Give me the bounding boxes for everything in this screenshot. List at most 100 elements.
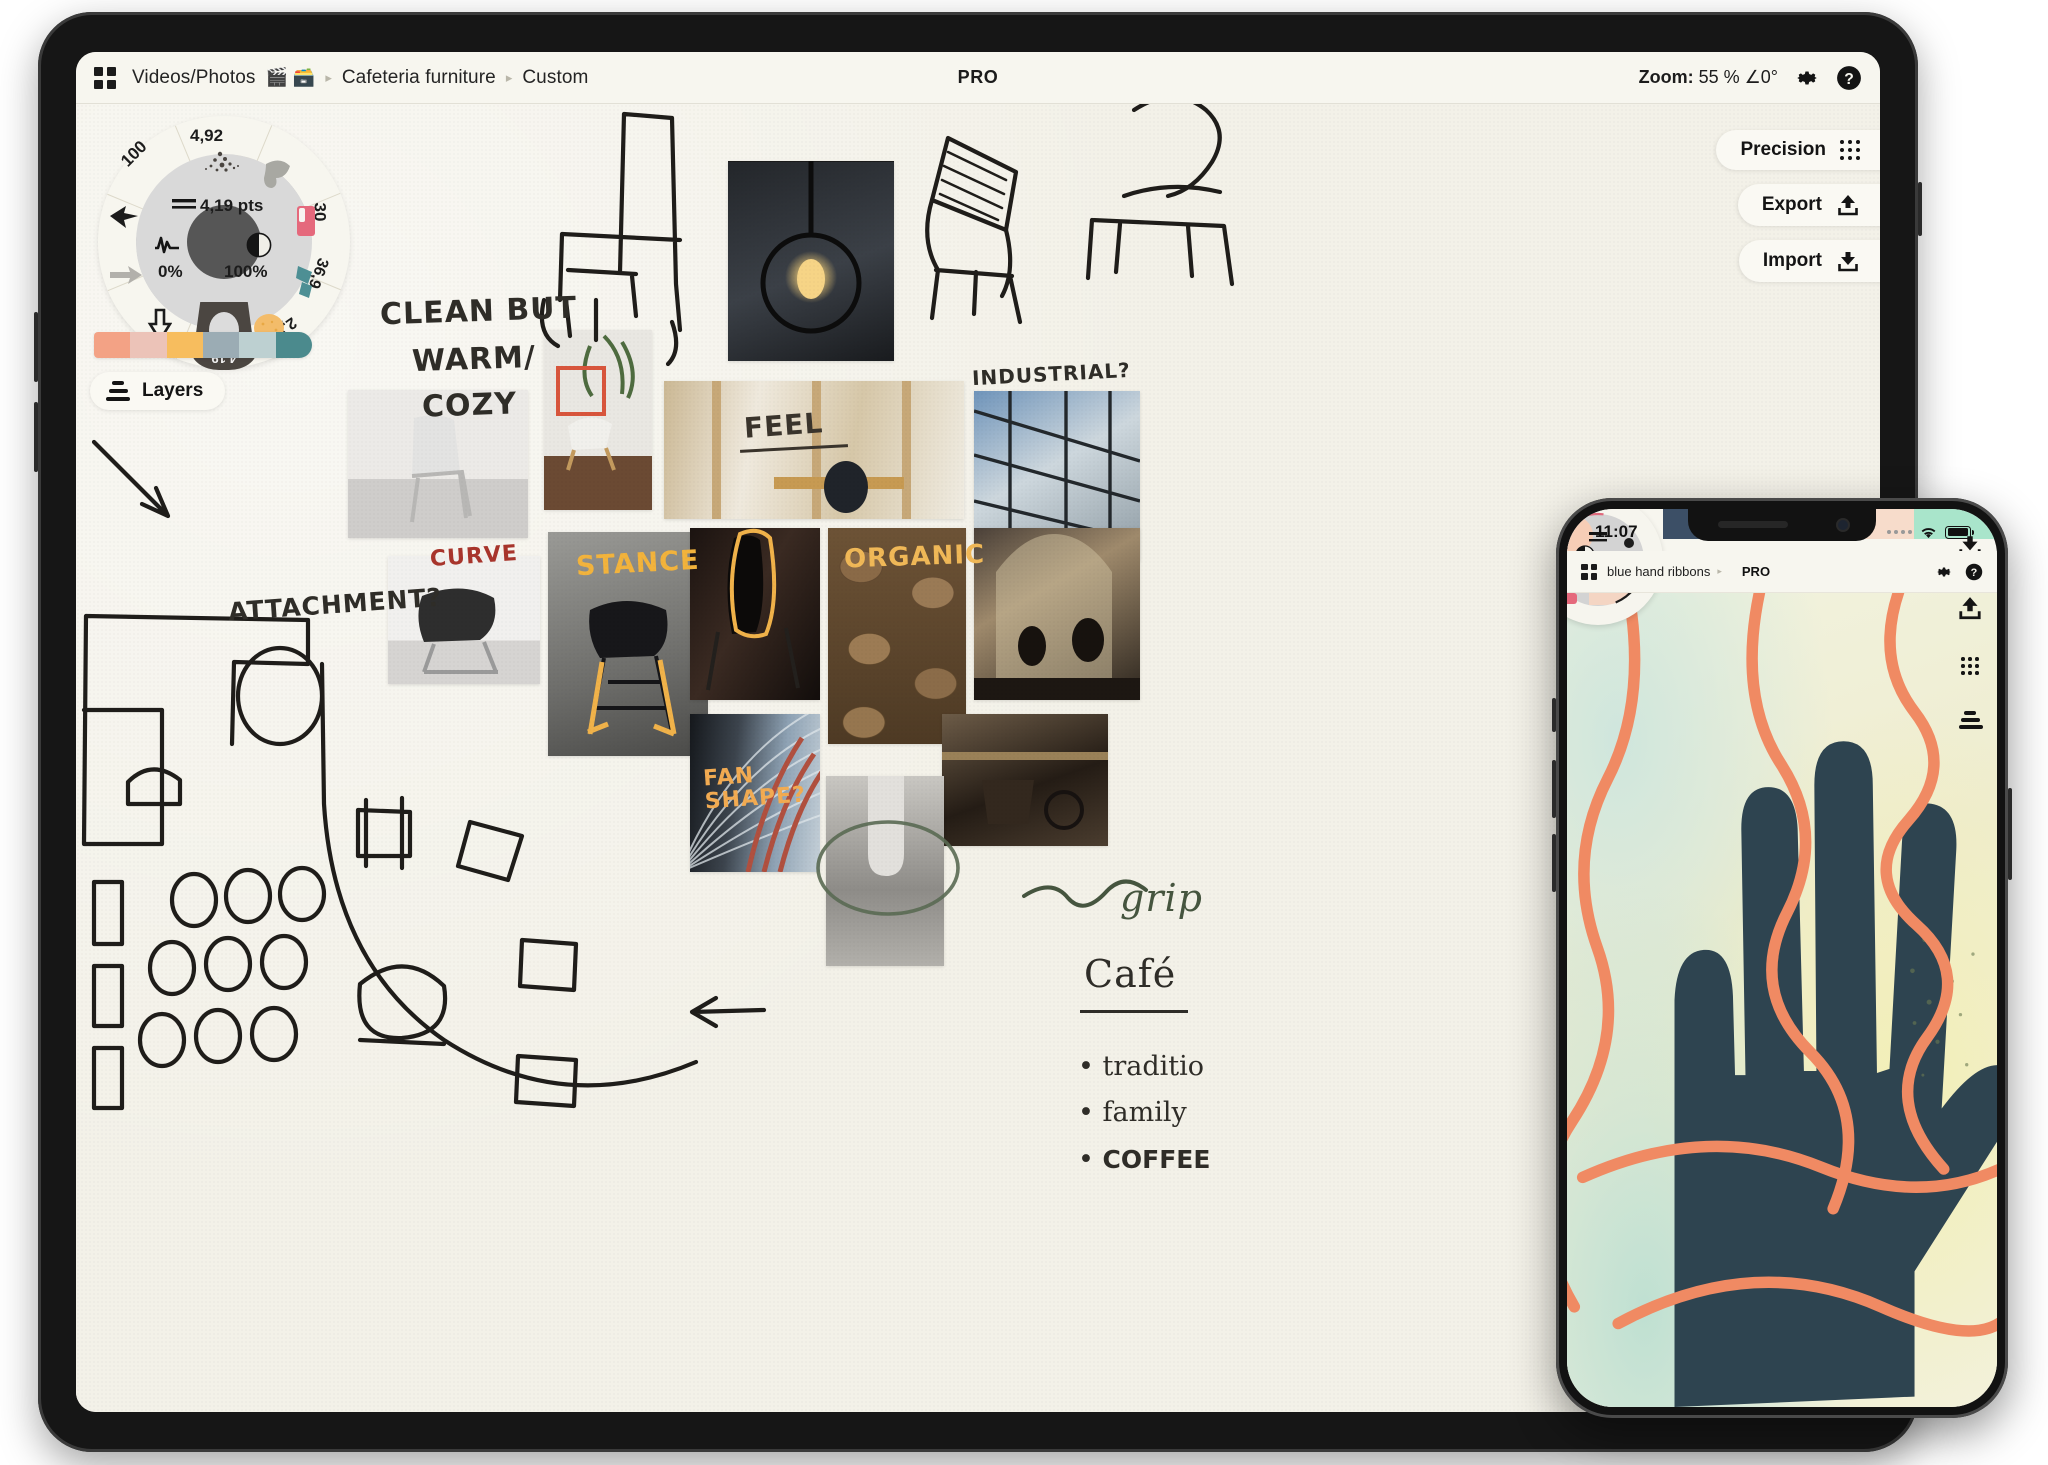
swatch-5[interactable] bbox=[275, 332, 312, 358]
photo-cafe-window-overlay bbox=[974, 534, 1140, 700]
photo-dark-chairs-overlay bbox=[706, 528, 800, 691]
phone-layers-icon[interactable] bbox=[1959, 711, 1983, 729]
tablet-top-toolbar: Videos/Photos 🎬 🗃️ ▸ Cafeteria furniture… bbox=[76, 52, 1880, 104]
phone-breadcrumb-separator: ▸ bbox=[1717, 566, 1722, 576]
phone-document-title[interactable]: blue hand ribbons bbox=[1607, 564, 1710, 579]
swatch-2[interactable] bbox=[166, 332, 203, 358]
layers-icon bbox=[106, 381, 130, 401]
breadcrumb-separator-1: ▸ bbox=[325, 69, 332, 85]
phone-pro-badge: PRO bbox=[1741, 564, 1771, 579]
zoom-readout[interactable]: Zoom: 55 % ∠0° bbox=[1639, 67, 1778, 88]
tablet-volume-up-button[interactable] bbox=[34, 312, 38, 382]
phone-screen: blue hand ribbons ▸ PRO ? 11:07 bbox=[1567, 509, 1997, 1407]
export-button-label: Export bbox=[1761, 194, 1822, 215]
export-button[interactable]: Export bbox=[1737, 184, 1880, 226]
precision-button-label: Precision bbox=[1740, 139, 1826, 160]
download-icon bbox=[1838, 252, 1858, 272]
swatch-4[interactable] bbox=[239, 332, 276, 358]
opacity-icon[interactable] bbox=[246, 232, 272, 258]
phone-status-indicators bbox=[1887, 525, 1974, 540]
cafe-bullet-0: traditio bbox=[1102, 1051, 1205, 1082]
blue-hand-ribbons-artwork bbox=[1567, 593, 1997, 1407]
breadcrumb-separator-2: ▸ bbox=[505, 69, 513, 85]
list-item: • family bbox=[1078, 1097, 1187, 1129]
svg-text:?: ? bbox=[1971, 567, 1978, 579]
phone-artwork-canvas[interactable] bbox=[1567, 593, 1997, 1407]
list-item: • traditio bbox=[1078, 1051, 1205, 1082]
right-action-group: Precision Export Import bbox=[1716, 130, 1880, 282]
photo-cafe-feel-overlay bbox=[712, 381, 911, 519]
import-button[interactable]: Import bbox=[1738, 240, 1880, 282]
layers-button[interactable]: Layers bbox=[90, 372, 226, 410]
photo-chair-curve-overlay bbox=[418, 588, 498, 674]
phone-power-button[interactable] bbox=[2008, 788, 2012, 880]
wifi-icon bbox=[1921, 527, 1936, 538]
photo-fan-overlay bbox=[690, 714, 820, 872]
apps-grid-icon[interactable] bbox=[94, 66, 116, 89]
layers-button-label: Layers bbox=[142, 380, 204, 401]
phone-status-time: 11:07 bbox=[1595, 522, 1638, 541]
battery-icon bbox=[1945, 525, 1974, 539]
phone-dots-grid-icon[interactable] bbox=[1961, 657, 1979, 675]
swatch-1[interactable] bbox=[130, 332, 167, 358]
note-clean-but: CLEAN BUT bbox=[379, 290, 578, 333]
wheel-max-label: 100% bbox=[224, 262, 268, 281]
marker-icon[interactable] bbox=[294, 204, 318, 238]
note-warm-slash: WARM/ bbox=[411, 339, 537, 380]
photo-wood-logs-organic[interactable] bbox=[828, 528, 966, 744]
phone-topbar-right-group: ? bbox=[1935, 563, 1983, 581]
phone-gear-icon[interactable] bbox=[1935, 563, 1953, 581]
note-cafe-underline bbox=[1080, 1010, 1188, 1014]
breadcrumb-item-cafeteria-furniture[interactable]: Cafeteria furniture bbox=[342, 67, 496, 89]
phone-upload-icon[interactable] bbox=[1957, 595, 1983, 621]
cafe-bullet-list: • traditio • family • COFFEE bbox=[1078, 1044, 1210, 1183]
phone-apps-grid-icon[interactable] bbox=[1581, 563, 1597, 580]
dots-grid-icon bbox=[1840, 140, 1860, 160]
list-item: • COFFEE bbox=[1078, 1143, 1211, 1175]
tablet-volume-down-button[interactable] bbox=[34, 402, 38, 472]
photo-stool-overlay bbox=[587, 601, 677, 737]
import-button-label: Import bbox=[1762, 250, 1822, 271]
photo-pendant-lamp-overlay bbox=[760, 161, 862, 334]
help-icon[interactable]: ? bbox=[1836, 65, 1862, 91]
size-lines-icon bbox=[172, 199, 196, 209]
radial-tool-wheel[interactable]: 4,92 100 30 36,9 2,81 bbox=[98, 116, 350, 370]
pressure-curve-icon[interactable] bbox=[153, 232, 181, 258]
spray-brush-icon[interactable] bbox=[200, 146, 244, 176]
signal-dots-icon bbox=[1887, 530, 1912, 534]
breadcrumb: Videos/Photos 🎬 🗃️ ▸ Cafeteria furniture… bbox=[132, 67, 588, 89]
photo-plant-chair-overlay bbox=[556, 334, 635, 471]
phone-volume-up-button[interactable] bbox=[1552, 760, 1556, 818]
swatch-3[interactable] bbox=[202, 332, 240, 358]
color-palette-strip[interactable] bbox=[94, 332, 312, 358]
photo-white-chair-overlay bbox=[410, 415, 472, 523]
topbar-right-group: Zoom: 55 % ∠0° ? bbox=[1639, 65, 1862, 91]
phone-mute-switch[interactable] bbox=[1552, 698, 1556, 732]
breadcrumb-emoji-media: 🎬 🗃️ bbox=[265, 67, 316, 87]
note-industrial: INDUSTRIAL? bbox=[971, 357, 1132, 391]
breadcrumb-item-videos-photos[interactable]: Videos/Photos bbox=[132, 67, 255, 89]
redo-arrow-icon[interactable] bbox=[108, 260, 144, 290]
note-grip: grip bbox=[1120, 876, 1203, 920]
wheel-label-brush-size: 4,92 bbox=[190, 126, 224, 145]
swatch-0[interactable] bbox=[94, 332, 131, 358]
note-cafe: Café bbox=[1084, 952, 1177, 996]
svg-text:?: ? bbox=[1844, 70, 1854, 87]
phone-help-icon[interactable]: ? bbox=[1965, 563, 1983, 581]
paint-bucket-icon[interactable] bbox=[292, 264, 320, 298]
precision-button[interactable]: Precision bbox=[1716, 130, 1880, 170]
breadcrumb-item-custom[interactable]: Custom bbox=[522, 67, 588, 89]
angle-value: ∠0° bbox=[1744, 67, 1778, 87]
eraser-icon[interactable] bbox=[260, 156, 296, 188]
gear-icon[interactable] bbox=[1794, 65, 1820, 91]
phone-speaker bbox=[1718, 521, 1788, 528]
zoom-label: Zoom: bbox=[1638, 67, 1694, 87]
undo-arrow-icon[interactable] bbox=[106, 202, 142, 232]
zoom-value: 55 % bbox=[1698, 67, 1740, 87]
wheel-min-label: 0% bbox=[158, 262, 183, 281]
tablet-power-button[interactable] bbox=[1918, 182, 1922, 236]
phone-volume-down-button[interactable] bbox=[1552, 834, 1556, 892]
phone-front-camera bbox=[1838, 520, 1848, 530]
upload-icon bbox=[1838, 195, 1858, 216]
cafe-bullet-2: COFFEE bbox=[1102, 1144, 1211, 1174]
